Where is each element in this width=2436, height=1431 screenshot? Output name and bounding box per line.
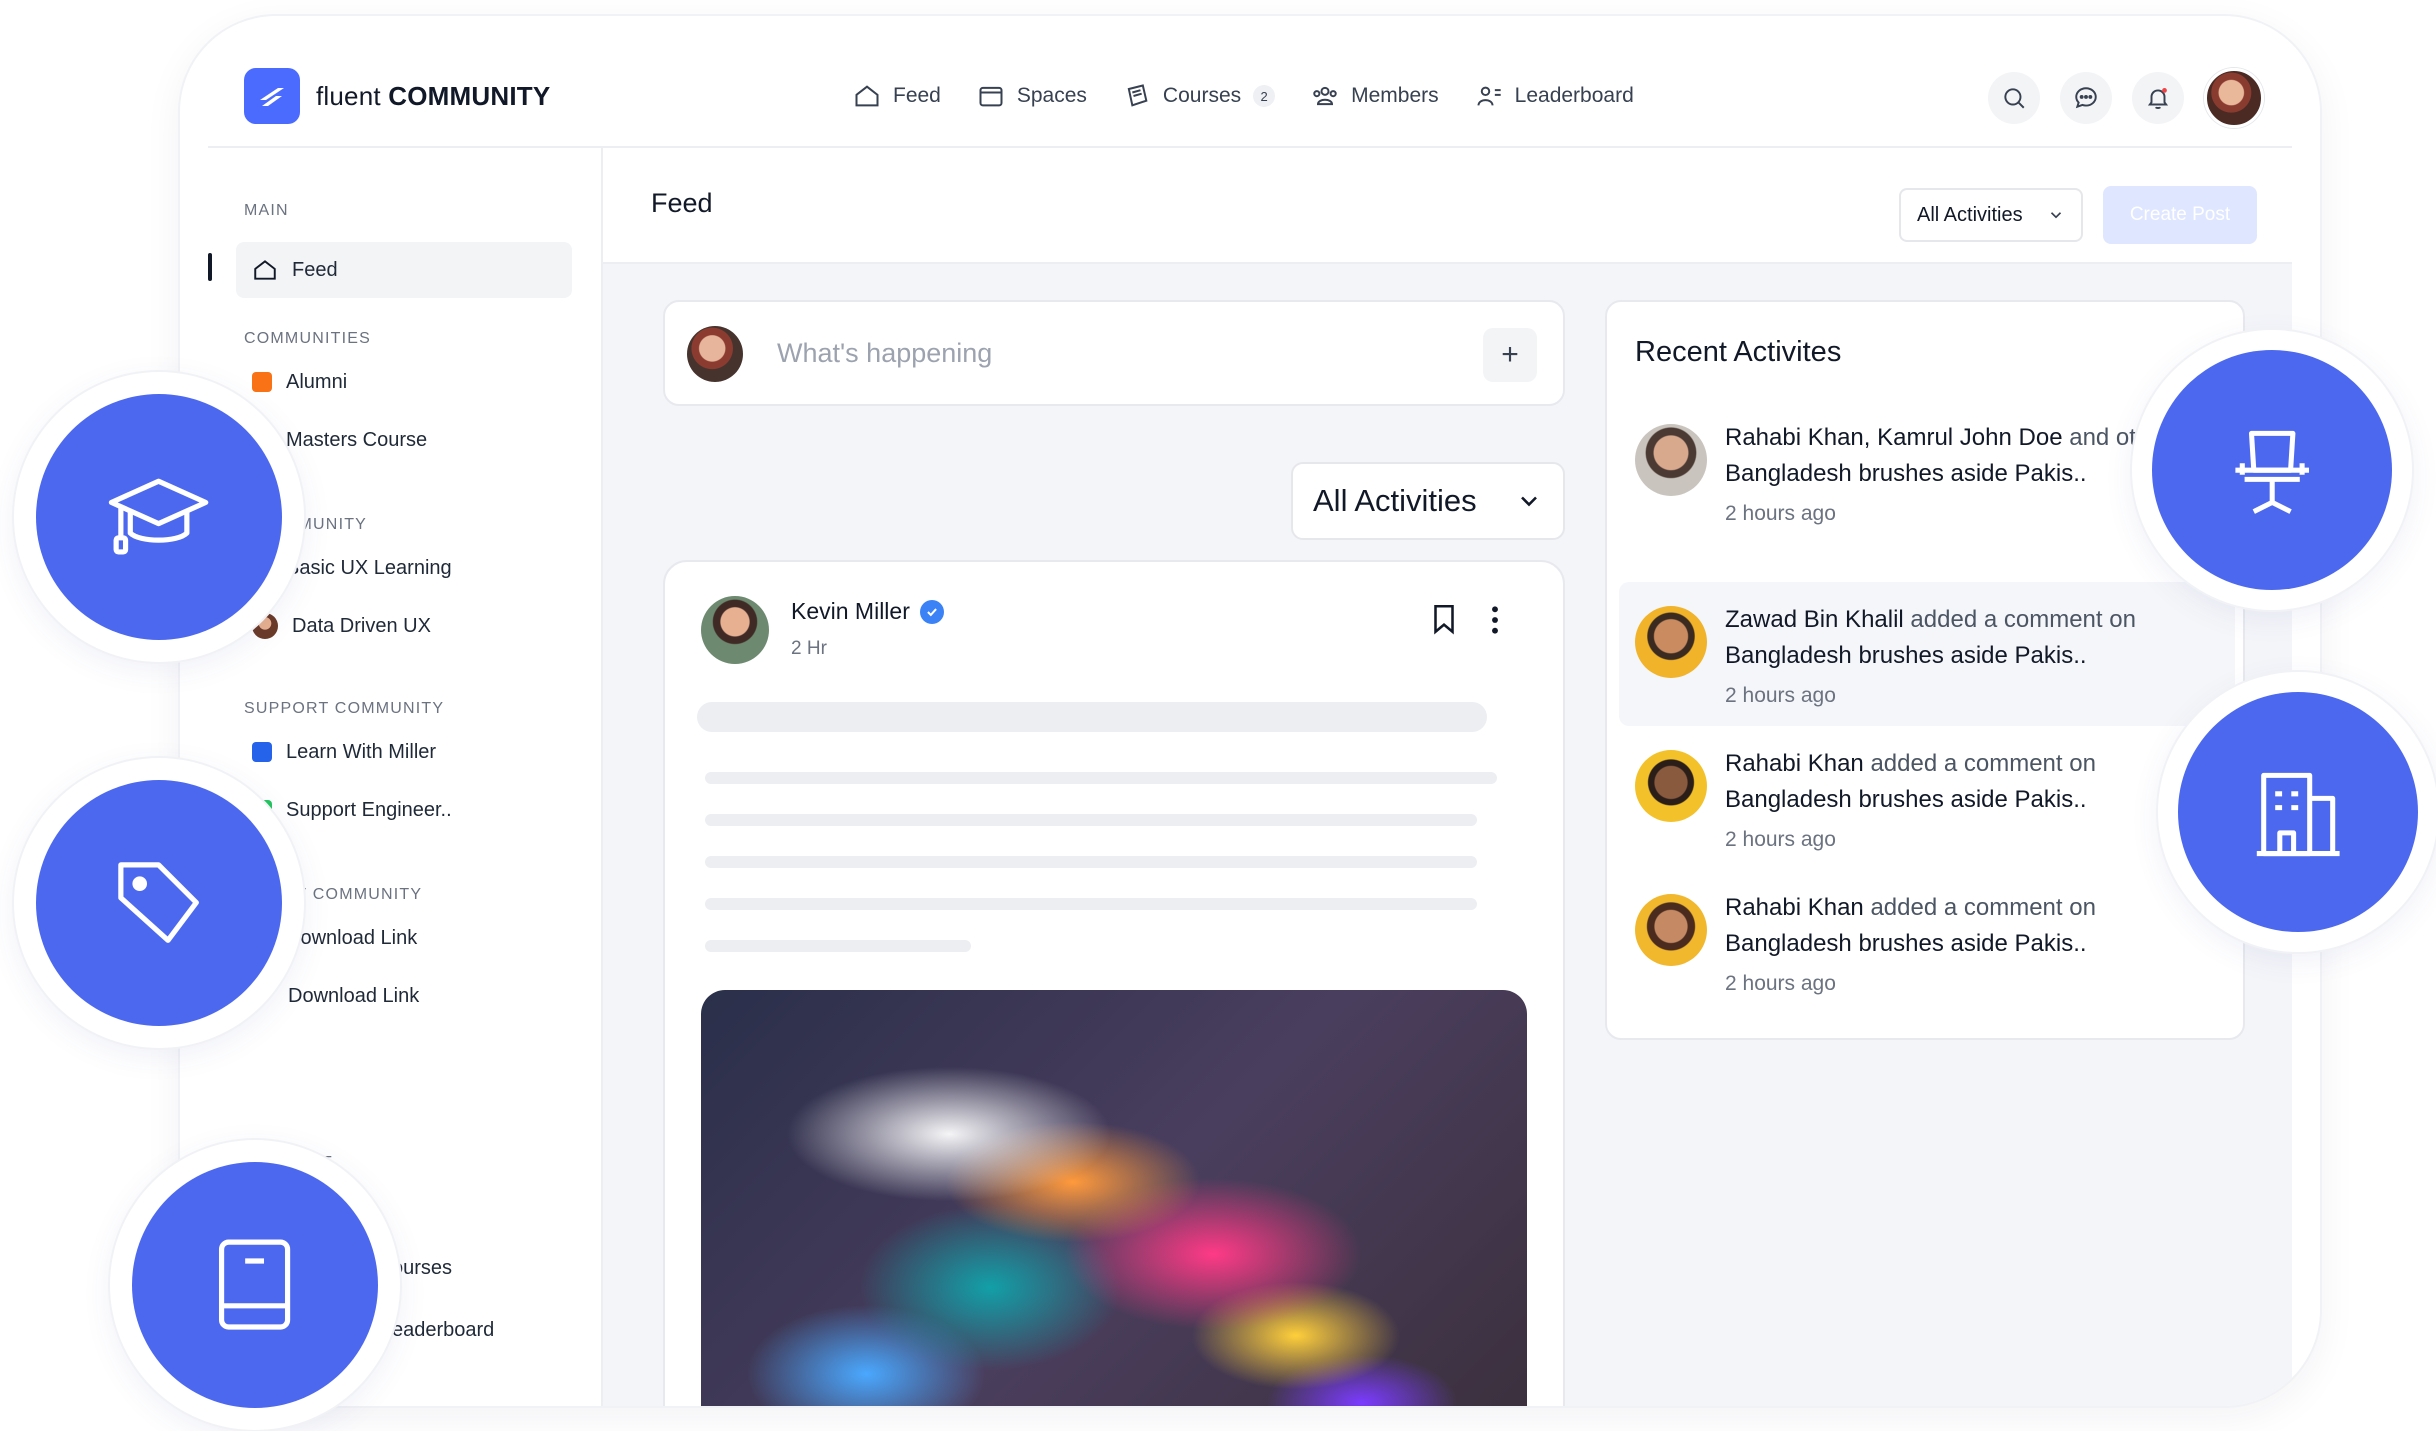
nav-feed[interactable]: Feed xyxy=(853,82,941,110)
sidebar-item-feed[interactable]: Feed xyxy=(236,242,572,298)
sidebar-heading-support: SUPPORT COMMUNITY xyxy=(244,700,445,717)
home-icon xyxy=(855,85,879,107)
sidebar-item-support-engineer[interactable]: Support Engineer.. xyxy=(236,782,572,838)
sidebar-item-download-link-2[interactable]: Download Link xyxy=(236,968,572,1024)
activity-text: Rahabi Khan added a comment on Banglades… xyxy=(1725,894,2096,995)
bubble-graduation xyxy=(14,372,304,662)
app-frame: fluent COMMUNITY Feed Spaces Courses 2 M… xyxy=(180,16,2320,1406)
chevron-down-icon xyxy=(1521,496,1537,507)
book-icon xyxy=(132,1162,378,1408)
notifications-button[interactable] xyxy=(2132,72,2184,124)
activity-avatar xyxy=(1635,606,1707,678)
post-author-avatar[interactable] xyxy=(701,596,769,664)
courses-icon xyxy=(1127,84,1148,107)
create-post-button[interactable]: Create Post xyxy=(2103,186,2257,244)
skeleton-line xyxy=(705,814,1477,826)
nav-spaces[interactable]: Spaces xyxy=(977,82,1087,110)
graduation-cap-icon xyxy=(36,394,282,640)
composer-avatar xyxy=(687,326,743,382)
content-header: Feed All Activities Create Post xyxy=(603,148,2292,264)
activity-avatar xyxy=(1635,424,1707,496)
feed-post: Kevin Miller 2 Hr xyxy=(663,560,1565,1406)
chevron-down-icon xyxy=(2050,212,2062,219)
sidebar-item-alumni[interactable]: Alumni xyxy=(236,354,572,410)
post-composer[interactable]: What's happening + xyxy=(663,300,1565,406)
activity-item[interactable]: Rahabi Khan added a comment on Banglades… xyxy=(1619,726,2235,870)
top-actions xyxy=(1988,68,2264,128)
skeleton-line xyxy=(705,940,971,952)
recent-activities-title: Recent Activites xyxy=(1635,336,1842,368)
members-icon xyxy=(1313,86,1337,106)
post-time: 2 Hr xyxy=(791,638,827,659)
bubble-tag xyxy=(14,758,304,1048)
feed-filter-select[interactable]: All Activities xyxy=(1291,462,1565,540)
sidebar-item-data-driven-ux[interactable]: Data Driven UX xyxy=(236,598,572,654)
activity-text: Rahabi Khan added a comment on Banglades… xyxy=(1725,750,2096,851)
sidebar-item-leaderboard[interactable]: eaderboard xyxy=(376,1302,572,1358)
learn-color-icon xyxy=(252,742,272,762)
activity-filter-select[interactable]: All Activities xyxy=(1899,188,2083,242)
activity-avatar xyxy=(1635,894,1707,966)
bubble-building xyxy=(2158,672,2436,952)
messages-button[interactable] xyxy=(2060,72,2112,124)
office-chair-icon xyxy=(2152,350,2392,590)
skeleton-title xyxy=(697,702,1487,732)
nav-courses[interactable]: Courses 2 xyxy=(1123,82,1276,110)
leaderboard-icon xyxy=(1477,86,1501,106)
activity-item[interactable]: Zawad Bin Khalil added a comment on Bang… xyxy=(1619,582,2235,726)
page-title: Feed xyxy=(651,188,713,218)
alumni-color-icon xyxy=(252,372,272,392)
bookmark-icon[interactable] xyxy=(1427,602,1461,636)
search-button[interactable] xyxy=(1988,72,2040,124)
activity-item[interactable]: Rahabi Khan added a comment on Banglades… xyxy=(1619,870,2235,1014)
search-icon xyxy=(2004,88,2025,109)
sidebar-heading-communities: COMMUNITIES xyxy=(244,330,371,347)
activity-avatar xyxy=(1635,750,1707,822)
more-options-icon[interactable] xyxy=(1485,604,1505,636)
brand-name: fluent COMMUNITY xyxy=(316,80,551,111)
sidebar-heading-main: MAIN xyxy=(244,202,289,219)
add-post-button[interactable]: + xyxy=(1483,328,1537,382)
sidebar-heading-support-2: RT COMMUNITY xyxy=(284,886,423,903)
skeleton-line xyxy=(705,856,1477,868)
spaces-icon xyxy=(979,86,1003,107)
nav-leaderboard[interactable]: Leaderboard xyxy=(1475,82,1634,110)
post-author[interactable]: Kevin Miller xyxy=(791,598,944,625)
building-icon xyxy=(2178,692,2418,932)
sidebar-item-learn-with-miller[interactable]: Learn With Miller xyxy=(236,724,572,780)
sidebar-item-courses[interactable]: ourses xyxy=(376,1240,572,1296)
logo-mark-icon xyxy=(244,68,300,124)
top-navbar: fluent COMMUNITY Feed Spaces Courses 2 M… xyxy=(208,16,2292,148)
user-avatar[interactable] xyxy=(2204,68,2264,128)
composer-placeholder[interactable]: What's happening xyxy=(777,338,992,369)
main-nav: Feed Spaces Courses 2 Members Leaderboar… xyxy=(853,82,1634,110)
main-content: Feed All Activities Create Post What's h… xyxy=(603,148,2292,1406)
brand-logo[interactable]: fluent COMMUNITY xyxy=(244,68,550,124)
skeleton-line xyxy=(705,898,1477,910)
bell-icon xyxy=(2147,88,2169,109)
courses-count-badge: 2 xyxy=(1253,85,1276,107)
activity-text: Zawad Bin Khalil added a comment on Bang… xyxy=(1725,606,2136,707)
home-icon xyxy=(254,260,276,280)
chat-icon xyxy=(2075,87,2097,109)
post-image[interactable] xyxy=(701,990,1527,1406)
tag-icon xyxy=(36,780,282,1026)
skeleton-line xyxy=(705,772,1497,784)
bubble-chair xyxy=(2132,330,2412,610)
bubble-book xyxy=(110,1140,400,1430)
active-indicator xyxy=(208,253,212,281)
verified-icon xyxy=(919,599,944,624)
app: fluent COMMUNITY Feed Spaces Courses 2 M… xyxy=(208,16,2292,1406)
nav-members[interactable]: Members xyxy=(1311,82,1439,110)
